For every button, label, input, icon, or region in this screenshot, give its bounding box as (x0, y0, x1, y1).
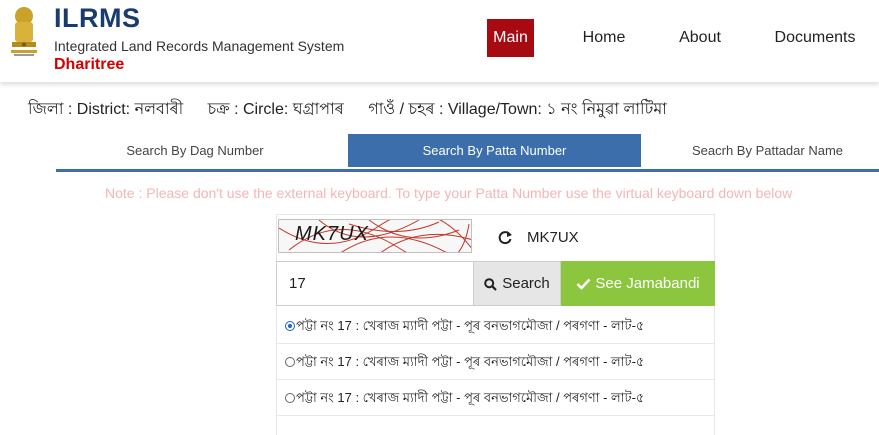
brand-name: Dharitree (54, 56, 125, 73)
radio-unselected[interactable] (285, 392, 295, 403)
see-jamabandi-label: See Jamabandi (595, 275, 700, 292)
patta-number-input[interactable] (276, 261, 474, 306)
patta-result-label: পট্টা নং 17 : খেৰাজ ম্যাদী পট্টা - পূৰ ব… (296, 318, 645, 333)
radio-unselected[interactable] (285, 356, 295, 367)
radio-selected[interactable] (285, 320, 295, 331)
district-label: জিলা : District: নলবাৰী (28, 101, 184, 118)
nav-main[interactable]: Main (487, 19, 534, 57)
captcha-image: MK7UX (278, 219, 472, 253)
tab-search-by-patta[interactable]: Search By Patta Number (348, 134, 641, 167)
emblem-logo (11, 7, 37, 56)
nav-home[interactable]: Home (574, 19, 634, 57)
patta-result-item[interactable]: পট্টা নং 17 : খেৰাজ ম্যাদী পট্টা - পূৰ ব… (277, 308, 714, 344)
village-label: গাওঁ / চহৰ : Village/Town: ১ নং নিমুৱা ল… (368, 101, 667, 118)
tab-underline (56, 169, 879, 172)
site-header: ILRMS Integrated Land Records Management… (0, 0, 879, 82)
refresh-captcha-icon[interactable] (497, 229, 513, 245)
page: ILRMS Integrated Land Records Management… (0, 0, 879, 435)
check-icon (576, 278, 591, 290)
nav-about[interactable]: About (670, 19, 730, 57)
patta-result-label: পট্টা নং 17 : খেৰাজ ম্যাদী পট্টা - পূৰ ব… (296, 390, 645, 405)
location-line: জিলা : District: নলবাৰী চক্ৰ : Circle: ঘ… (28, 96, 687, 123)
circle-label: চক্ৰ : Circle: ঘগ্ৰাপাৰ (207, 101, 344, 118)
app-subtitle: Integrated Land Records Management Syste… (54, 38, 345, 54)
captcha-image-text: MK7UX (295, 223, 369, 245)
search-button[interactable]: Search (474, 261, 561, 306)
captcha-value: MK7UX (527, 229, 579, 246)
search-icon (484, 277, 498, 291)
see-jamabandi-button[interactable]: See Jamabandi (561, 261, 715, 306)
nav-documents[interactable]: Documents (766, 19, 864, 57)
tab-search-by-pattadar[interactable]: Seacrh By Pattadar Name (656, 134, 879, 167)
patta-result-item[interactable]: পট্টা নং 17 : খেৰাজ ম্যাদী পট্টা - পূৰ ব… (277, 344, 714, 380)
tab-search-by-dag[interactable]: Search By Dag Number (56, 134, 334, 167)
search-button-label: Search (502, 275, 550, 292)
app-title: ILRMS (54, 3, 141, 33)
patta-result-label: পট্টা নং 17 : খেৰাজ ম্যাদী পট্টা - পূৰ ব… (296, 354, 645, 369)
patta-result-item[interactable]: পট্টা নং 17 : খেৰাজ ম্যাদী পট্টা - পূৰ ব… (277, 380, 714, 416)
keyboard-note: Note : Please don't use the external key… (105, 185, 793, 201)
